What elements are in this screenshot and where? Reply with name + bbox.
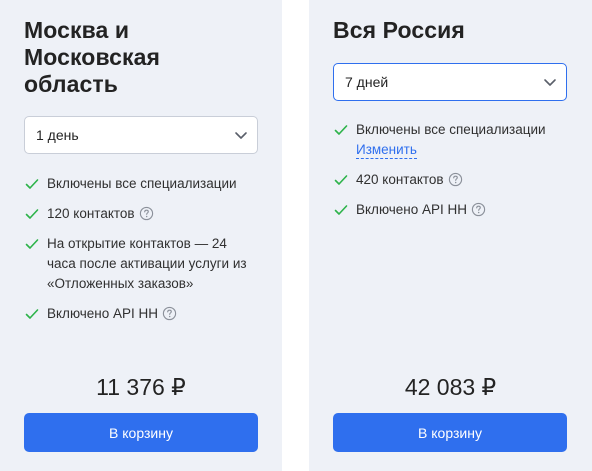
feature-text: Включено API HH — [356, 202, 468, 217]
check-icon — [25, 239, 39, 249]
features-list: Включены все специализации 120 контактов… — [24, 174, 254, 334]
tariff-card-russia: Вся Россия 7 дней Включены все специализ… — [309, 0, 592, 471]
feature-text: Включены все специализации — [47, 176, 237, 191]
feature-item: 120 контактов — [24, 204, 254, 224]
check-icon — [25, 309, 39, 319]
check-icon — [25, 209, 39, 219]
check-icon — [334, 205, 348, 215]
price: 42 083 ₽ — [404, 374, 497, 400]
question-circle-icon[interactable] — [139, 206, 154, 221]
period-select-value: 7 дней — [345, 74, 389, 90]
feature-item: 420 контактов — [333, 170, 573, 190]
chevron-down-icon — [235, 132, 247, 139]
tariff-card-moscow: Москва и Московская область 1 день Включ… — [0, 0, 282, 471]
feature-text: 120 контактов — [47, 206, 135, 221]
question-circle-icon[interactable] — [471, 202, 486, 217]
feature-item: Включено API HH — [24, 304, 254, 324]
feature-item: На открытие контактов — 24 часа после ак… — [24, 234, 254, 294]
period-select[interactable]: 7 дней — [333, 63, 567, 101]
question-circle-icon[interactable] — [448, 172, 463, 187]
change-link[interactable]: Изменить — [356, 142, 417, 159]
chevron-down-icon — [544, 79, 556, 86]
feature-text: Включены все специализации — [356, 122, 546, 137]
add-to-cart-button[interactable]: В корзину — [24, 413, 258, 452]
feature-text: Включено API HH — [47, 306, 159, 321]
feature-text: 420 контактов — [356, 172, 444, 187]
feature-text: На открытие контактов — 24 часа после ак… — [47, 236, 247, 291]
check-icon — [25, 179, 39, 189]
question-circle-icon[interactable] — [162, 306, 177, 321]
card-title: Вся Россия — [333, 17, 465, 43]
feature-item: Включены все специализации Изменить — [333, 120, 573, 160]
price: 11 376 ₽ — [96, 374, 186, 400]
period-select-value: 1 день — [36, 127, 79, 143]
feature-item: Включено API HH — [333, 200, 573, 220]
check-icon — [334, 125, 348, 135]
check-icon — [334, 175, 348, 185]
period-select[interactable]: 1 день — [24, 116, 258, 154]
features-list: Включены все специализации Изменить 420 … — [333, 120, 573, 230]
card-title: Москва и Московская область — [24, 17, 161, 97]
feature-item: Включены все специализации — [24, 174, 254, 194]
add-to-cart-button[interactable]: В корзину — [333, 413, 567, 452]
